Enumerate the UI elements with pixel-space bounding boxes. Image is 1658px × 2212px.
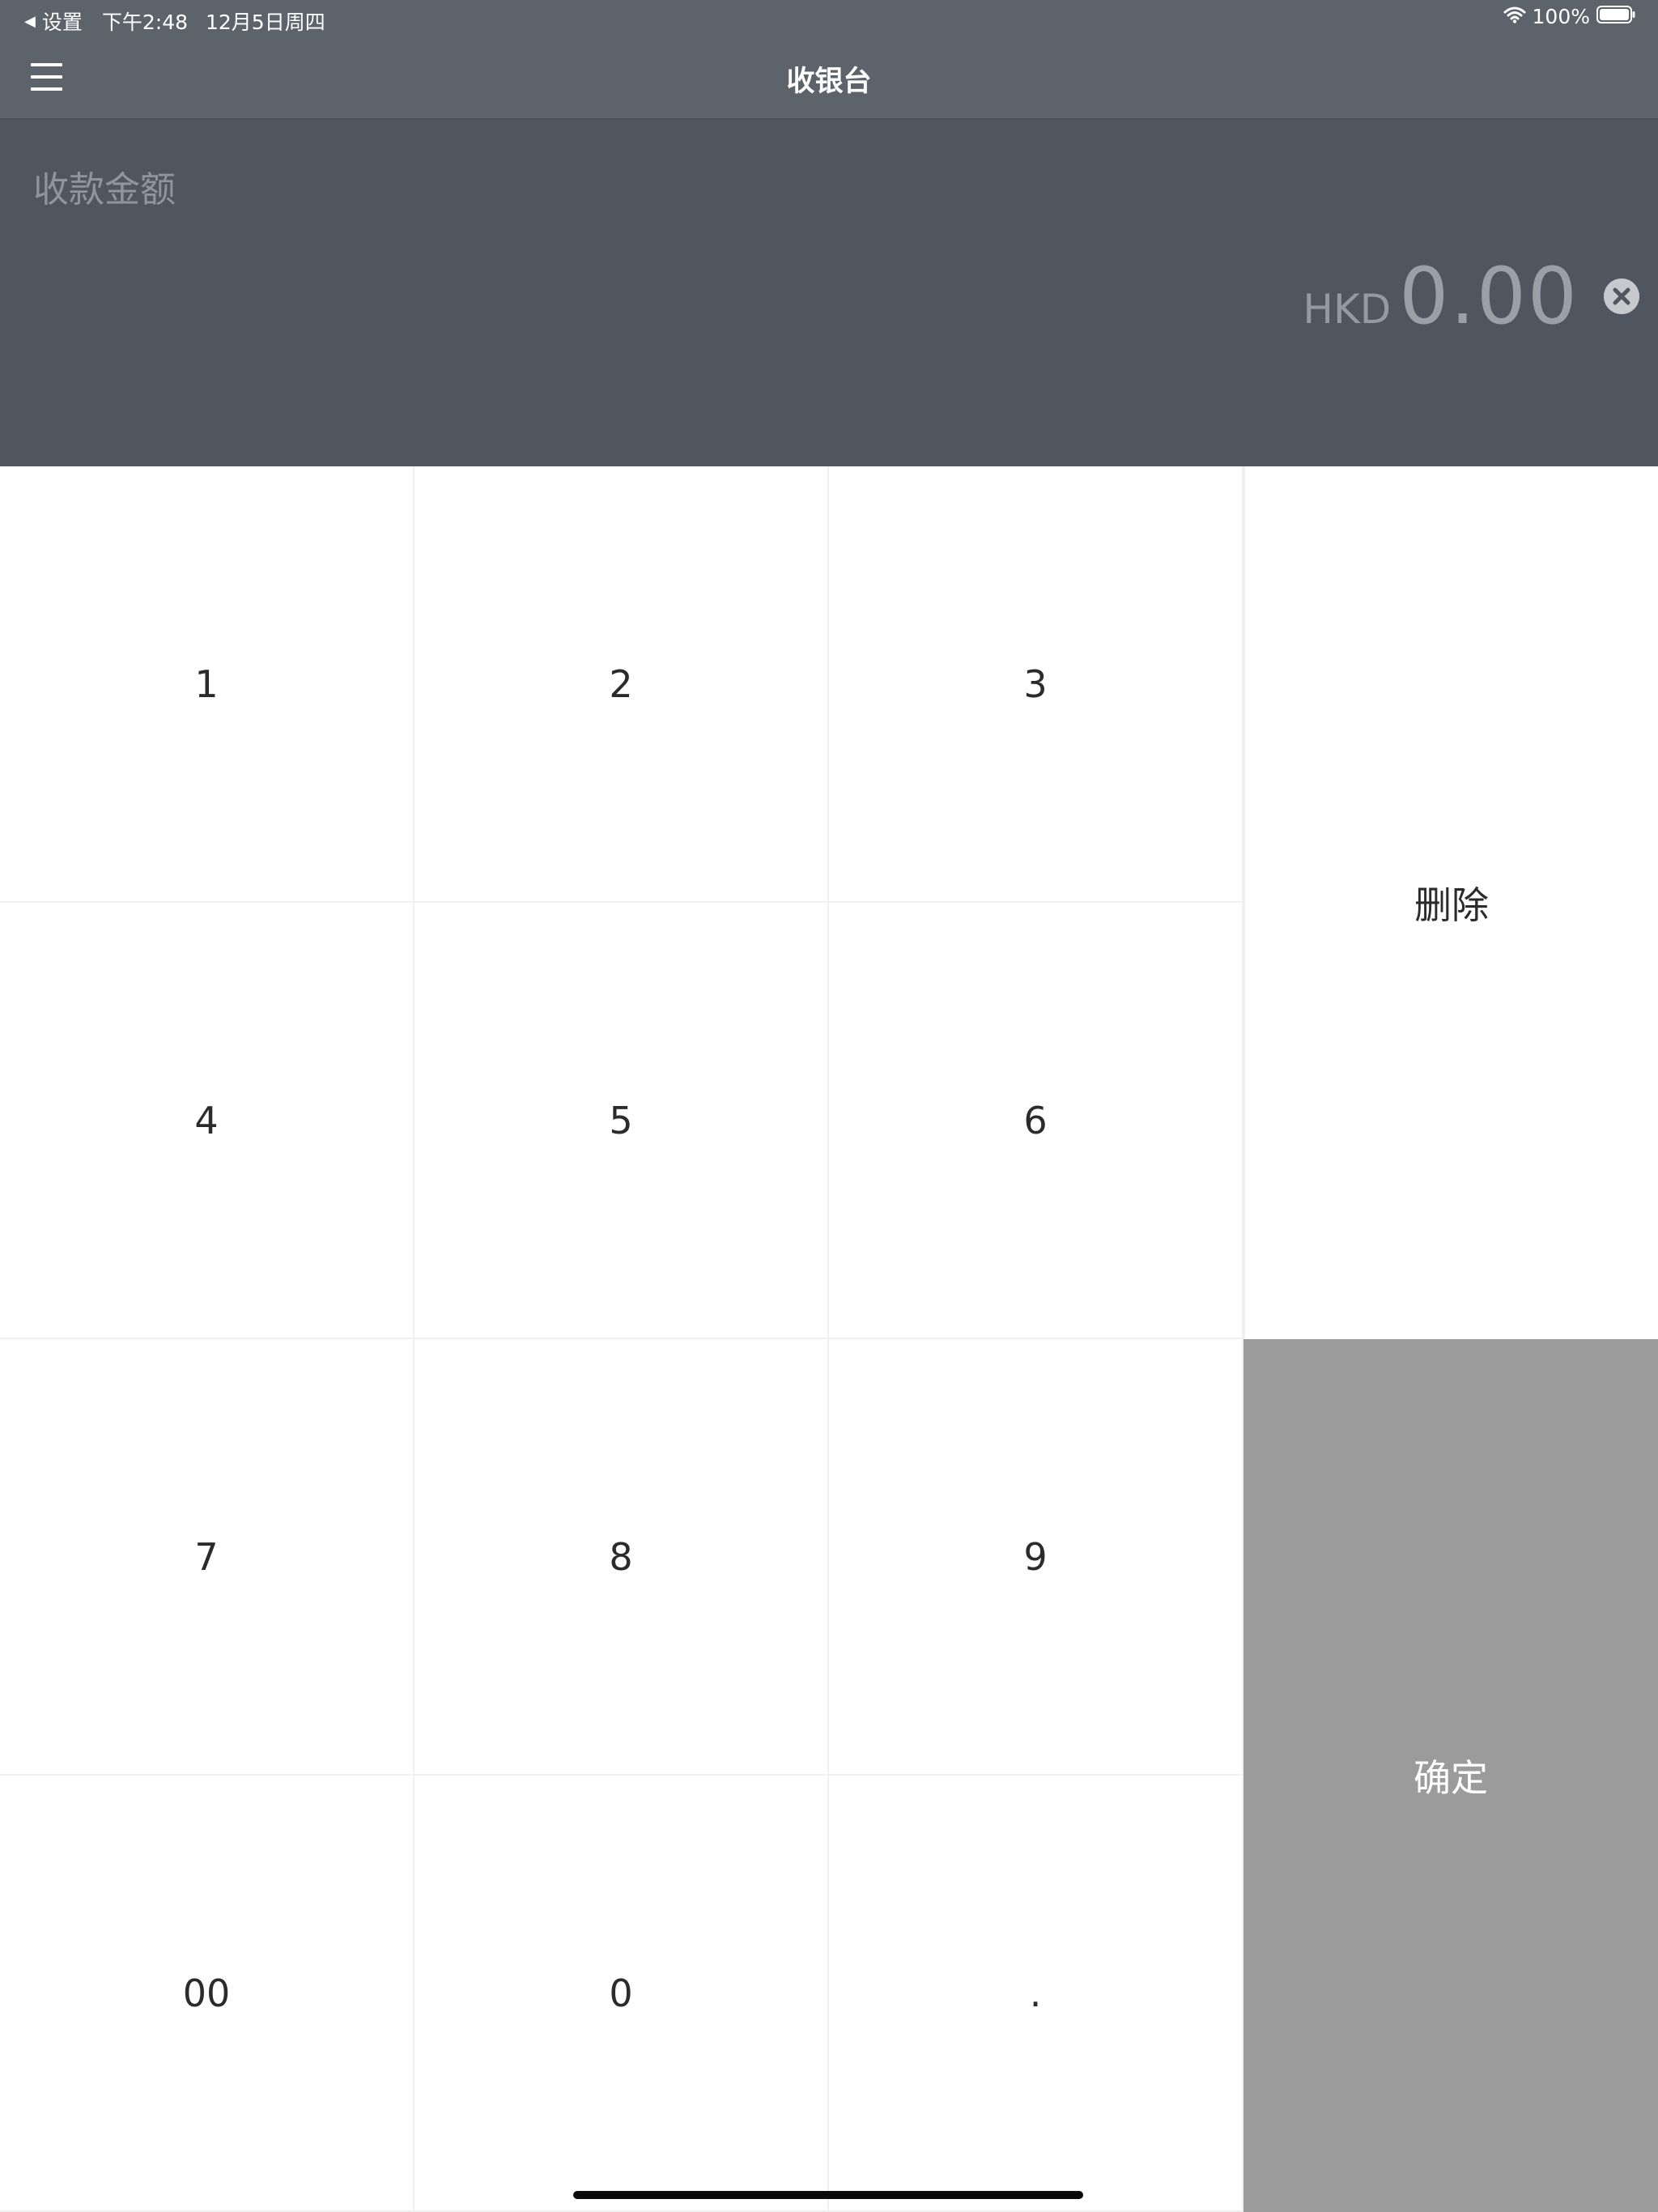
page-title: 收银台 — [786, 66, 872, 98]
back-to-settings-link[interactable]: 设置 — [42, 6, 83, 36]
key-6[interactable]: 6 — [829, 903, 1244, 1339]
key-3[interactable]: 3 — [829, 466, 1244, 903]
amount-panel: 收款金额 HKD 0.00 — [0, 120, 1658, 466]
key-5[interactable]: 5 — [414, 903, 829, 1339]
key-7[interactable]: 7 — [0, 1339, 414, 1776]
key-9[interactable]: 9 — [829, 1339, 1244, 1776]
currency-code: HKD — [1303, 286, 1392, 333]
keypad: 1 2 3 4 5 6 7 8 9 00 0 . 删除 确定 — [0, 466, 1658, 2212]
wifi-icon — [1503, 5, 1526, 28]
battery-percentage: 100% — [1532, 5, 1590, 28]
key-1[interactable]: 1 — [0, 466, 414, 903]
key-2[interactable]: 2 — [414, 466, 829, 903]
status-date: 12月5日周四 — [206, 11, 325, 34]
key-decimal[interactable]: . — [829, 1776, 1244, 2212]
key-00[interactable]: 00 — [0, 1776, 414, 2212]
navigation-bar: 收银台 — [0, 39, 1658, 118]
status-right: 100% — [1503, 5, 1635, 28]
delete-button[interactable]: 删除 — [1244, 466, 1658, 1339]
status-time: 下午2:48 — [101, 11, 188, 34]
home-indicator[interactable] — [573, 2191, 1083, 2199]
key-8[interactable]: 8 — [414, 1339, 829, 1776]
top-bar: ◀ 设置 下午2:48 12月5日周四 100% 收银台 — [0, 0, 1658, 120]
amount-label: 收款金额 — [33, 169, 176, 211]
status-bar: ◀ 设置 下午2:48 12月5日周四 100% — [0, 0, 1658, 39]
back-arrow-icon[interactable]: ◀ — [24, 13, 36, 30]
key-4[interactable]: 4 — [0, 903, 414, 1339]
key-0[interactable]: 0 — [414, 1776, 829, 2212]
confirm-button[interactable]: 确定 — [1244, 1339, 1658, 2212]
clear-circle-icon[interactable] — [1604, 279, 1639, 314]
status-left: ◀ 设置 下午2:48 12月5日周四 — [24, 6, 325, 36]
amount-value: 0.00 — [1399, 251, 1579, 342]
battery-icon — [1596, 5, 1635, 28]
amount-display: HKD 0.00 — [1303, 251, 1579, 342]
